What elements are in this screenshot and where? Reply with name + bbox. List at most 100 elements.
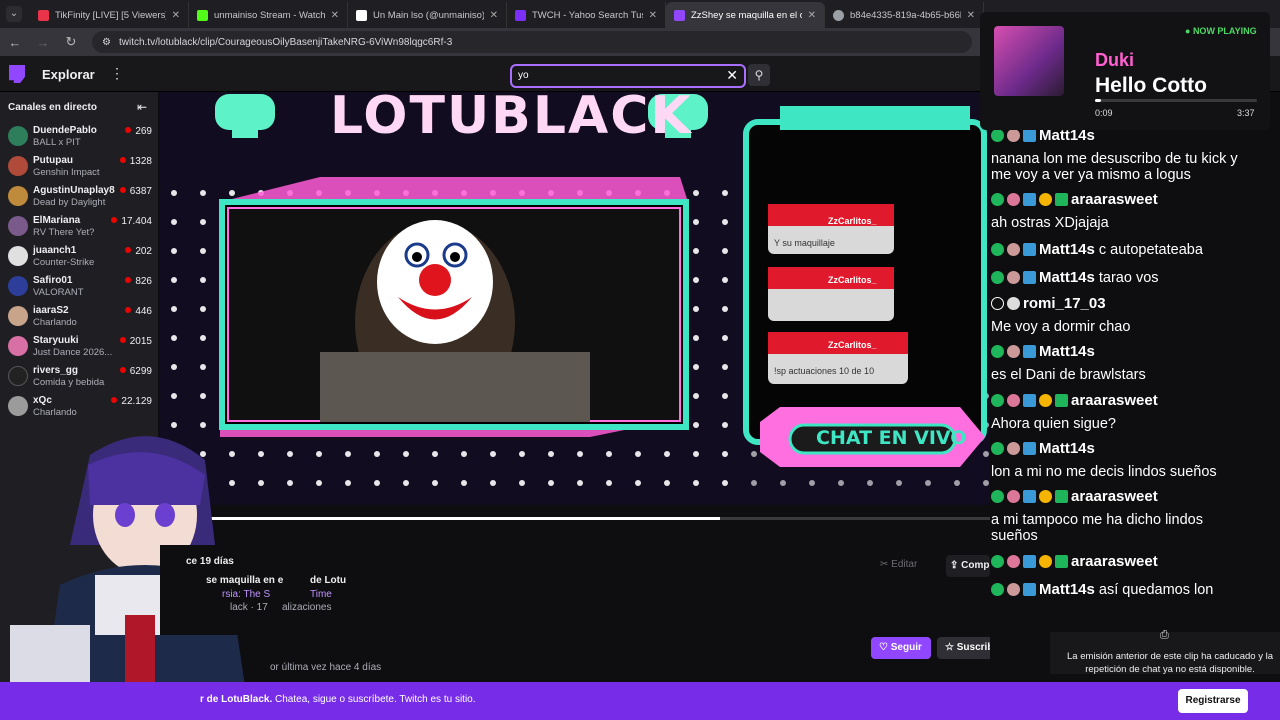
site-info-icon[interactable]: ⚙ (102, 37, 111, 48)
browser-tab[interactable]: TikFinity [LIVE] [5 Viewers] ✕ (30, 2, 189, 28)
browser-tab[interactable]: unmainiso Stream - Watch ✕ (189, 2, 348, 28)
chat-text: a mi tampoco me ha dicho lindos (991, 512, 1203, 528)
live-dot-icon (125, 127, 132, 133)
channel-game: VALORANT (33, 287, 84, 298)
search-button[interactable]: ⚲ (748, 64, 770, 86)
sidebar-channel[interactable]: juaanch1 Counter-Strike 202 (0, 242, 158, 272)
badge-icon (991, 129, 1004, 142)
chat-message: me voy a ver ya mismo a logus (991, 167, 1191, 183)
track-elapsed: 0:09 (1095, 108, 1113, 118)
now-playing-badge-label: NOW PLAYING (1192, 26, 1257, 36)
search-icon: ⚲ (754, 68, 764, 82)
viewer-count: 6299 (119, 366, 152, 377)
tab-favicon (356, 9, 367, 21)
avatar (1007, 129, 1020, 142)
close-icon[interactable]: ✕ (649, 10, 657, 21)
avatar (8, 306, 28, 326)
chat-text: es el Dani de brawlstars (991, 367, 1146, 383)
badge-icon (991, 583, 1004, 596)
chat-message: Matt14s así quedamos lon (991, 581, 1213, 598)
avatar (1007, 394, 1020, 407)
banner-text-bold: r de LotuBlack. (200, 694, 273, 705)
more-options-icon[interactable]: ⋮ (110, 65, 124, 82)
avatar (1007, 555, 1020, 568)
close-icon[interactable]: ✕ (331, 10, 339, 21)
badge-icon (1023, 555, 1036, 568)
sidebar-channel[interactable]: Staryuuki Just Dance 2026... 2015 (0, 332, 158, 362)
sidebar-channel[interactable]: Safiro01 VALORANT 826 (0, 272, 158, 302)
track-artist: Duki (1095, 50, 1135, 70)
browser-tab[interactable]: TWCH - Yahoo Search Tus resul ✕ (507, 2, 666, 28)
chat-text: sueños (991, 528, 1038, 544)
sidebar-channel[interactable]: rivers_gg Comida y bebida 6299 (0, 362, 158, 392)
tiktok-icon (991, 297, 1004, 310)
channel-game: Just Dance 2026... (33, 347, 113, 358)
chat-card-user: ZzCarlitos_ (828, 216, 877, 226)
avatar (8, 246, 28, 266)
close-icon[interactable]: ✕ (808, 10, 816, 21)
sidebar-channel[interactable]: DuendePablo BALL x PIT 269 (0, 122, 158, 152)
chat-notice: La emisión anterior de este clip ha cadu… (1067, 651, 1273, 675)
explore-link[interactable]: Explorar (42, 67, 95, 82)
avatar (1007, 271, 1020, 284)
chat-message: araarasweet (991, 553, 1158, 570)
chat-username: Matt14s (1039, 343, 1095, 360)
channel-name: xQc (33, 395, 52, 406)
tab-search-button[interactable]: ⌄ (6, 6, 22, 22)
back-icon[interactable]: ← (8, 35, 22, 50)
badge-icon (991, 490, 1004, 503)
badge-icon (1039, 193, 1052, 206)
chat-username: Matt14s (1039, 581, 1095, 598)
register-button[interactable]: Registrarse (1178, 689, 1248, 713)
clip-time-ago: ce 19 días (186, 556, 234, 567)
follow-label: Seguir (890, 642, 922, 653)
close-icon[interactable]: ✕ (490, 10, 498, 21)
chat-card-user: ZzCarlitos_ (828, 275, 877, 285)
viewer-count-value: 17.404 (121, 216, 152, 227)
share-button[interactable]: ⇪ Comp (946, 555, 990, 577)
sidebar-channel[interactable]: AgustinUnaplay8 Dead by Daylight 6387 (0, 182, 158, 212)
live-dot-icon (119, 337, 126, 343)
chat-message: Matt14s tarao vos (991, 269, 1159, 286)
badge-icon (991, 271, 1004, 284)
now-playing-badge: ● NOW PLAYING (1185, 26, 1257, 36)
browser-tab-active[interactable]: ZzShey se maquilla en el direct ✕ (666, 2, 825, 28)
badge-icon (991, 442, 1004, 455)
clip-info: ce 19 días se maquilla en e de Lotu rsia… (160, 545, 990, 635)
forward-icon[interactable]: → (36, 35, 50, 50)
chat-username: araarasweet (1071, 191, 1158, 208)
sidebar-channel[interactable]: ElMariana RV There Yet? 17.404 (0, 212, 158, 242)
follow-button[interactable]: ♡ Seguir (871, 637, 931, 659)
sidebar-channel[interactable]: Putupau Genshin Impact 1328 (0, 152, 158, 182)
twitch-logo-icon[interactable] (9, 65, 25, 83)
close-icon[interactable]: ✕ (967, 10, 975, 21)
collapse-icon[interactable]: ⇤ (137, 100, 147, 114)
browser-tab[interactable]: b84e4335-819a-4b65-b66b-d5 ✕ (825, 2, 984, 28)
clip-category[interactable]: rsia: The S (222, 589, 270, 600)
sidebar-channel[interactable]: iaaraS2 Charlando 446 (0, 302, 158, 332)
browser-tab[interactable]: Un Main lso (@unmainiso) ✕ (348, 2, 507, 28)
channel-name: AgustinUnaplay8 (33, 185, 115, 196)
channel-name: Putupau (33, 155, 73, 166)
clip-category-tail[interactable]: Time (310, 589, 332, 600)
badge-icon (1023, 490, 1036, 503)
avatar (8, 336, 28, 356)
url-field[interactable]: ⚙ twitch.tv/lotublack/clip/CourageousOily… (92, 31, 972, 53)
close-icon[interactable]: ✕ (172, 10, 180, 21)
search-input[interactable]: yo ✕ (510, 64, 746, 88)
avatar (8, 126, 28, 146)
overlay-title: LOTUBLACK (330, 92, 693, 146)
clear-icon[interactable]: ✕ (726, 67, 738, 84)
sidebar-channel[interactable]: xQc Charlando 22.129 (0, 392, 158, 422)
badge-icon (1055, 394, 1068, 407)
edit-button[interactable]: ✂ Editar (880, 559, 917, 570)
badge-icon (1023, 583, 1036, 596)
viewer-count: 826 (125, 276, 152, 287)
channel-name: ElMariana (33, 215, 81, 226)
tab-title: TikFinity [LIVE] [5 Viewers] (55, 9, 166, 21)
tab-favicon (833, 9, 844, 21)
reload-icon[interactable]: ↻ (64, 34, 78, 50)
chat-message: lon a mi no me decis lindos sueños (991, 464, 1217, 480)
chat-username: Matt14s (1039, 241, 1095, 258)
chat-text: lon a mi no me decis lindos sueños (991, 464, 1217, 480)
